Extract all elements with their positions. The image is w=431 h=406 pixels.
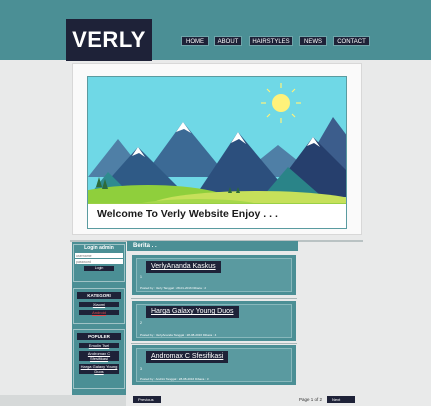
post-meta: Posted by : VerlyAnanda Tanggal : 28-08-… [140, 333, 217, 337]
post-excerpt: 1 [140, 275, 142, 279]
kategori-item-android[interactable]: Android [79, 310, 119, 315]
post-card: VerlyAnanda Kaskus 1 Posted by : Verly T… [132, 255, 296, 295]
populer-item-emolin[interactable]: Emolin Tsel [79, 343, 119, 348]
populer-heading: POPULER [77, 333, 121, 340]
kategori-panel: KATEGORI Xiaomi Android [73, 288, 125, 324]
populer-panel: POPULER Emolin Tsel Andromax C Sfesifika… [73, 329, 125, 389]
post-title-link[interactable]: Harga Galaxy Young Duos [146, 306, 239, 318]
populer-item-galaxy[interactable]: Harga Galaxy Young Duos [79, 364, 119, 374]
nav-home[interactable]: HOME [181, 36, 209, 46]
username-input[interactable] [75, 253, 123, 258]
password-input[interactable] [75, 259, 123, 264]
post-excerpt: 2 [140, 321, 142, 325]
nav-news[interactable]: NEWS [299, 36, 327, 46]
site-logo[interactable]: VERLY [66, 19, 152, 61]
post-title-link[interactable]: Andromax C Sfesifikasi [146, 351, 229, 363]
nav-contact[interactable]: CONTACT [333, 36, 370, 46]
post-title-link[interactable]: VerlyAnanda Kaskus [146, 261, 221, 273]
post-separator [131, 343, 297, 344]
populer-item-andromax[interactable]: Andromax C Sfesifikasi [79, 351, 119, 361]
kategori-heading: KATEGORI [77, 292, 121, 299]
login-title: Login admin [84, 245, 114, 251]
section-title: Berita . . [127, 241, 298, 251]
nav-hairstyles[interactable]: HAIRSTYLES [249, 36, 293, 46]
post-card: Andromax C Sfesifikasi 3 Posted by : And… [132, 345, 296, 385]
header-bar [0, 0, 431, 60]
footer-strip [0, 395, 126, 406]
kategori-item-xiaomi[interactable]: Xiaomi [79, 302, 119, 307]
post-excerpt: 3 [140, 367, 142, 371]
page-indicator: Page 1 of 2 [299, 397, 323, 402]
previous-button[interactable]: Previous [133, 396, 161, 403]
hero-banner: Welcome To Verly Website Enjoy . . . [87, 76, 347, 229]
nav-about[interactable]: ABOUT [214, 36, 242, 46]
hero-caption: Welcome To Verly Website Enjoy . . . [88, 204, 346, 228]
login-button[interactable]: Login [84, 266, 114, 271]
next-button[interactable]: Next [327, 396, 355, 403]
post-meta: Posted by : Verly Tanggal : 28-01-2016 D… [140, 286, 206, 290]
login-panel: Login admin Login [73, 244, 125, 282]
post-card: Harga Galaxy Young Duos 2 Posted by : Ve… [132, 301, 296, 341]
post-separator [131, 298, 297, 299]
post-meta: Posted by : Andrini Tanggal : 28-08-2016… [140, 377, 209, 381]
